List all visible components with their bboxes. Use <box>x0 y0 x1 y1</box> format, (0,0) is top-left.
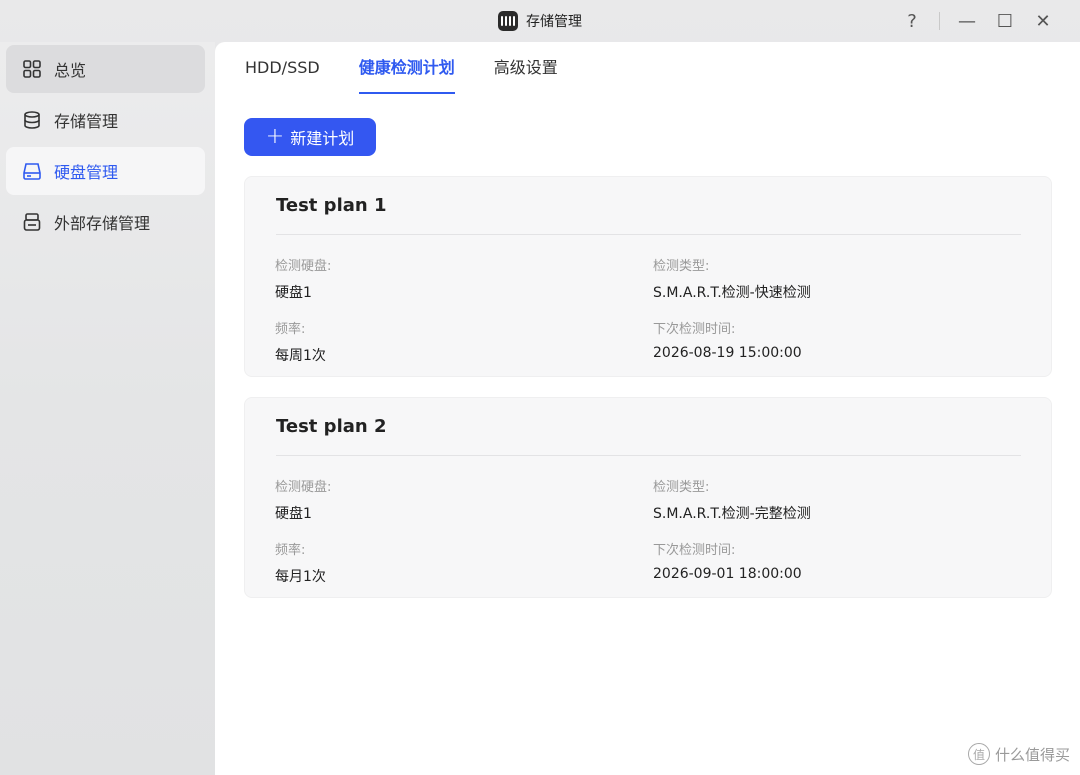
minimize-button[interactable]: — <box>948 6 986 36</box>
disk-field: 检测硬盘: 硬盘1 <box>275 476 331 523</box>
next-check-value: 2026-08-19 15:00:00 <box>653 345 802 361</box>
hard-disk-icon <box>23 163 41 180</box>
sidebar-item-label: 硬盘管理 <box>54 163 119 182</box>
sidebar-item-external-storage[interactable]: 外部存储管理 <box>6 198 205 246</box>
frequency-field: 频率: 每月1次 <box>275 539 326 586</box>
tab-advanced-settings[interactable]: 高级设置 <box>494 58 558 94</box>
plus-icon: + <box>265 124 285 149</box>
window-controls-divider <box>939 12 940 30</box>
disk-label: 检测硬盘: <box>275 480 332 495</box>
card-divider <box>276 455 1021 456</box>
type-field: 检测类型: S.M.A.R.T.检测-完整检测 <box>653 476 811 523</box>
watermark-text: 什么值得买 <box>994 745 1070 764</box>
window-title-group: 存储管理 <box>498 11 582 31</box>
maximize-button[interactable]: ☐ <box>986 6 1024 36</box>
sidebar-item-label: 总览 <box>54 61 87 80</box>
new-plan-label: 新建计划 <box>290 129 355 148</box>
frequency-label: 频率: <box>275 543 306 558</box>
tab-hdd-ssd[interactable]: HDD/SSD <box>245 58 320 94</box>
sidebar-item-label: 外部存储管理 <box>54 214 151 233</box>
tab-bar: HDD/SSD 健康检测计划 高级设置 <box>245 58 558 94</box>
new-plan-button[interactable]: + 新建计划 <box>244 118 376 156</box>
type-field: 检测类型: S.M.A.R.T.检测-快速检测 <box>653 255 811 302</box>
sidebar-item-disk[interactable]: 硬盘管理 <box>6 147 205 195</box>
watermark: 值 什么值得买 <box>967 743 1070 765</box>
next-check-label: 下次检测时间: <box>653 543 736 558</box>
window-title: 存储管理 <box>526 14 582 30</box>
window-controls: ? — ☐ ✕ <box>893 0 1062 42</box>
close-button[interactable]: ✕ <box>1024 6 1062 36</box>
type-label: 检测类型: <box>653 259 710 274</box>
tab-health-check-plan[interactable]: 健康检测计划 <box>358 58 455 94</box>
type-label: 检测类型: <box>653 480 710 495</box>
disk-field: 检测硬盘: 硬盘1 <box>275 255 331 302</box>
help-icon[interactable]: ? <box>893 6 931 36</box>
storage-app-icon <box>498 11 518 31</box>
type-value: S.M.A.R.T.检测-快速检测 <box>653 285 811 301</box>
sidebar-item-label: 存储管理 <box>54 112 119 131</box>
frequency-label: 频率: <box>275 322 306 337</box>
next-check-label: 下次检测时间: <box>653 322 736 337</box>
plan-title: Test plan 1 <box>276 195 387 216</box>
grid-icon <box>23 60 41 78</box>
main-panel: HDD/SSD 健康检测计划 高级设置 + 新建计划 Test plan 1 检… <box>215 42 1080 775</box>
frequency-value: 每月1次 <box>275 569 326 585</box>
sidebar-item-overview[interactable]: 总览 <box>6 45 205 93</box>
next-check-field: 下次检测时间: 2026-09-01 18:00:00 <box>653 539 802 582</box>
next-check-value: 2026-09-01 18:00:00 <box>653 566 802 582</box>
frequency-field: 频率: 每周1次 <box>275 318 326 365</box>
database-icon <box>24 111 40 129</box>
sidebar: 总览 存储管理 硬盘管理 外部存储管理 <box>0 42 215 775</box>
title-bar: 存储管理 ? — ☐ ✕ <box>0 0 1080 42</box>
plan-title: Test plan 2 <box>276 416 387 437</box>
sidebar-item-storage[interactable]: 存储管理 <box>6 96 205 144</box>
external-storage-icon <box>23 213 41 231</box>
plan-card[interactable]: Test plan 1 检测硬盘: 硬盘1 检测类型: S.M.A.R.T.检测… <box>244 176 1052 377</box>
disk-label: 检测硬盘: <box>275 259 332 274</box>
disk-value: 硬盘1 <box>275 285 312 301</box>
watermark-logo-icon: 值 <box>967 743 990 765</box>
disk-value: 硬盘1 <box>275 506 312 522</box>
plan-card[interactable]: Test plan 2 检测硬盘: 硬盘1 检测类型: S.M.A.R.T.检测… <box>244 397 1052 598</box>
next-check-field: 下次检测时间: 2026-08-19 15:00:00 <box>653 318 802 361</box>
card-divider <box>276 234 1021 235</box>
frequency-value: 每周1次 <box>275 348 326 364</box>
type-value: S.M.A.R.T.检测-完整检测 <box>653 506 811 522</box>
